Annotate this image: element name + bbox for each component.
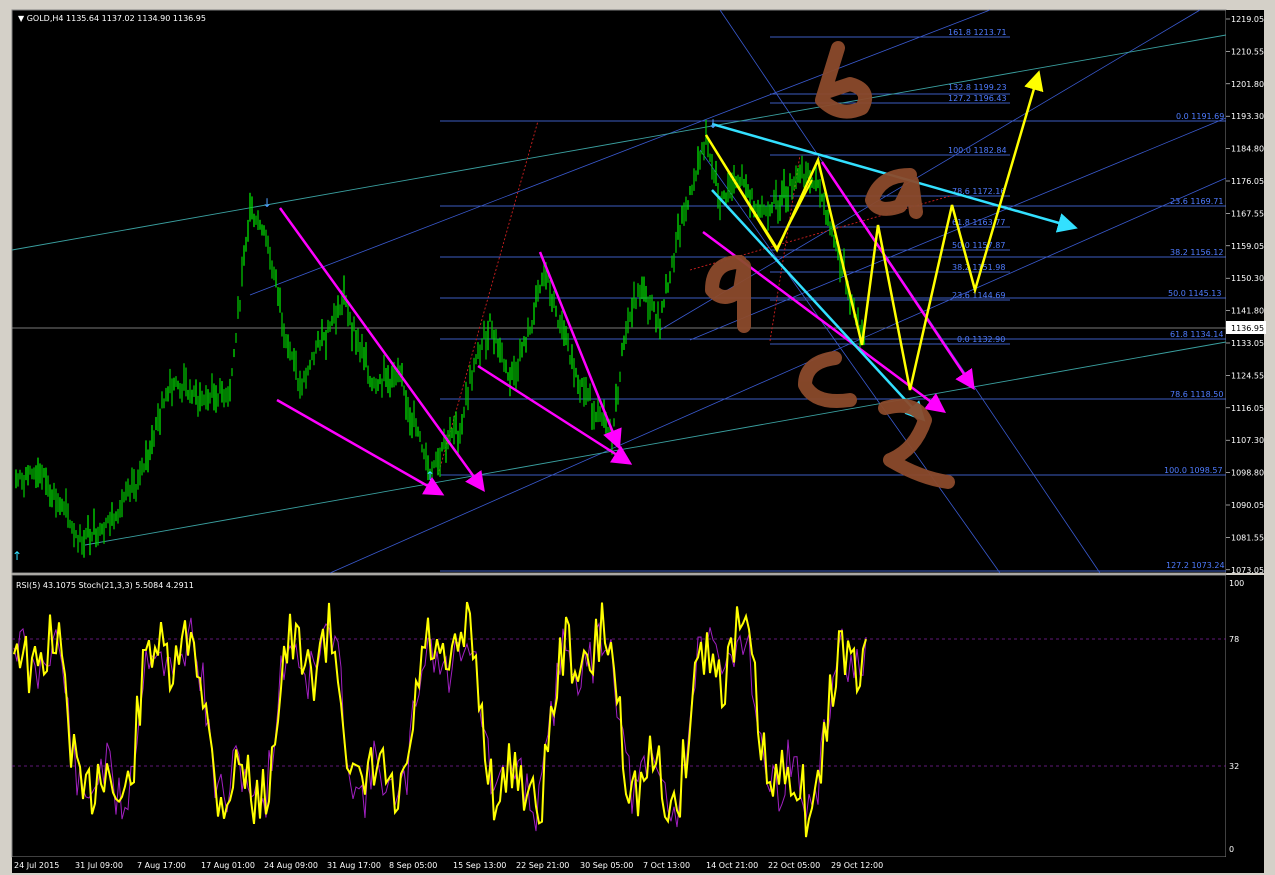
indicator-pane[interactable] xyxy=(11,574,1227,858)
fib-level-label: 38.2 1151.98 xyxy=(952,263,1005,272)
svg-text:32: 32 xyxy=(1229,762,1239,771)
fib-level-label: 127.2 1073.24 xyxy=(1166,561,1225,570)
fib-level-label: 132.8 1199.23 xyxy=(948,83,1007,92)
platform-window: ▼ GOLD,H4 1135.64 1137.02 1134.90 1136.9… xyxy=(0,0,1275,875)
price-tick-label: 1210.55 xyxy=(1231,47,1264,56)
svg-text:↑: ↑ xyxy=(425,469,435,483)
svg-text:↓: ↓ xyxy=(708,117,718,131)
time-axis-label: 31 Aug 17:00 xyxy=(327,861,381,870)
svg-text:0: 0 xyxy=(1229,845,1234,854)
fib-level-label: 50.0 1157.87 xyxy=(952,241,1005,250)
time-axis-label: 22 Sep 21:00 xyxy=(516,861,569,870)
time-axis-label: 30 Sep 05:00 xyxy=(580,861,633,870)
price-tick-label: 1176.05 xyxy=(1231,177,1264,186)
price-tick-label: 1090.05 xyxy=(1231,501,1264,510)
fib-level-label: 100.0 1098.57 xyxy=(1164,466,1223,475)
current-price-label: 1136.95 xyxy=(1231,324,1264,333)
fib-level-label: 0.0 1132.90 xyxy=(957,335,1005,344)
fib-level-label: 100.0 1182.84 xyxy=(948,146,1007,155)
svg-text:↑: ↑ xyxy=(12,549,22,563)
svg-text:78: 78 xyxy=(1229,635,1239,644)
svg-text:100: 100 xyxy=(1229,579,1244,588)
price-tick-label: 1124.55 xyxy=(1231,371,1264,380)
time-axis-label: 29 Oct 12:00 xyxy=(831,861,883,870)
time-axis-label: 24 Aug 09:00 xyxy=(264,861,318,870)
price-tick-label: 1184.80 xyxy=(1231,145,1264,154)
price-tick-label: 1133.05 xyxy=(1231,339,1264,348)
time-axis-label: 31 Jul 09:00 xyxy=(75,861,123,870)
price-tick-label: 1201.80 xyxy=(1231,80,1264,89)
fib-level-label: 23.6 1169.71 xyxy=(1170,197,1223,206)
price-tick-label: 1159.05 xyxy=(1231,242,1264,251)
price-tick-label: 1150.30 xyxy=(1231,274,1264,283)
fib-level-label: 78.6 1118.50 xyxy=(1170,390,1223,399)
price-tick-label: 1219.05 xyxy=(1231,15,1264,24)
price-tick-label: 1098.80 xyxy=(1231,469,1264,478)
time-axis-label: 7 Oct 13:00 xyxy=(643,861,690,870)
fib-level-label: 61.8 1134.14 xyxy=(1170,330,1223,339)
time-axis-label: 24 Jul 2015 xyxy=(14,861,59,870)
time-axis-label: 8 Sep 05:00 xyxy=(389,861,437,870)
time-axis-label: 15 Sep 13:00 xyxy=(453,861,506,870)
time-axis-label: 22 Oct 05:00 xyxy=(768,861,820,870)
price-tick-label: 1081.55 xyxy=(1231,533,1264,542)
price-tick-label: 1167.55 xyxy=(1231,209,1264,218)
time-axis-label: 14 Oct 21:00 xyxy=(706,861,758,870)
time-axis-label: 7 Aug 17:00 xyxy=(137,861,186,870)
chart-title: ▼ GOLD,H4 1135.64 1137.02 1134.90 1136.9… xyxy=(18,14,206,23)
main-chart-area[interactable] xyxy=(11,9,1227,574)
price-tick-label: 1193.30 xyxy=(1231,112,1264,121)
fib-level-label: 38.2 1156.12 xyxy=(1170,248,1223,257)
svg-text:↓: ↓ xyxy=(262,196,272,210)
indicator-axis xyxy=(1226,575,1264,857)
fib-level-label: 61.8 1163.77 xyxy=(952,218,1005,227)
fib-level-label: 161.8 1213.71 xyxy=(948,28,1007,37)
fib-level-label: 0.0 1191.69 xyxy=(1176,112,1224,121)
price-axis xyxy=(1226,10,1264,573)
fib-level-label: 50.0 1145.13 xyxy=(1168,289,1221,298)
price-tick-label: 1116.05 xyxy=(1231,404,1264,413)
time-axis-label: 17 Aug 01:00 xyxy=(201,861,255,870)
price-tick-label: 1107.30 xyxy=(1231,436,1264,445)
fib-level-label: 127.2 1196.43 xyxy=(948,94,1007,103)
indicator-label: RSI(5) 43.1075 Stoch(21,3,3) 5.5084 4.29… xyxy=(16,581,194,590)
price-tick-label: 1073.05 xyxy=(1231,566,1264,575)
time-axis xyxy=(12,857,1264,873)
chart-canvas[interactable]: ▼ GOLD,H4 1135.64 1137.02 1134.90 1136.9… xyxy=(0,0,1275,875)
price-tick-label: 1141.80 xyxy=(1231,307,1264,316)
